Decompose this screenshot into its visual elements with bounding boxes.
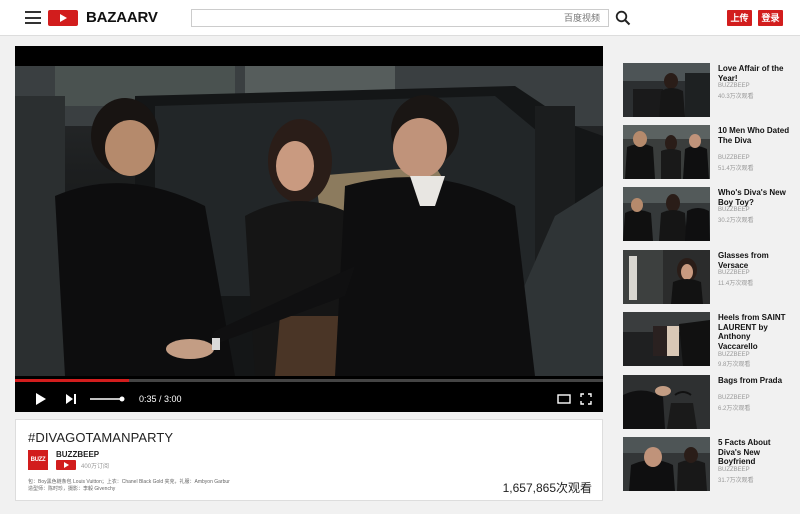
related-video-title[interactable]: 5 Facts About Diva's New Boyfriend bbox=[718, 438, 790, 467]
related-video-channel: BUZZBEEP bbox=[718, 207, 750, 213]
related-video-views: 9.8万次观看 bbox=[718, 362, 751, 368]
related-video-item[interactable]: Bags from Prada BUZZBEEP 6.2万次观看 bbox=[623, 375, 793, 429]
video-thumbnail[interactable] bbox=[623, 125, 710, 179]
channel-avatar[interactable]: BUZZ bbox=[28, 450, 48, 470]
related-video-channel: BUZZBEEP bbox=[718, 155, 750, 161]
fullscreen-icon[interactable] bbox=[580, 393, 592, 405]
credit-line: 造型师：陈时珍，摄影：李毅 Givenchy bbox=[28, 486, 116, 492]
video-thumbnail[interactable] bbox=[623, 250, 710, 304]
menu-icon[interactable] bbox=[25, 11, 41, 24]
related-video-channel: BUZZBEEP bbox=[718, 83, 750, 89]
video-thumbnail[interactable] bbox=[623, 437, 710, 491]
time-display: 0:35 / 3:00 bbox=[139, 394, 182, 404]
credit-line: 包：Boy黑色链条包 Louis Vuitton；上衣：Chanel Black… bbox=[28, 479, 230, 485]
video-info-card: #DIVAGOTAMANPARTY BUZZ BUZZBEEP 400万订阅 包… bbox=[15, 419, 603, 501]
video-thumbnail[interactable] bbox=[623, 375, 710, 429]
related-video-title[interactable]: Love Affair of the Year! bbox=[718, 64, 790, 83]
related-video-views: 31.7万次观看 bbox=[718, 478, 754, 484]
related-video-title[interactable]: 10 Men Who Dated The Diva bbox=[718, 126, 790, 145]
upload-button[interactable]: 上传 bbox=[727, 10, 752, 26]
play-icon[interactable] bbox=[35, 393, 47, 405]
top-bar: BAZAARV 上传 登录 bbox=[0, 0, 800, 36]
channel-name[interactable]: BUZZBEEP bbox=[56, 450, 99, 459]
related-video-views: 40.3万次观看 bbox=[718, 94, 754, 100]
video-frame[interactable] bbox=[15, 66, 603, 376]
related-video-title[interactable]: Who's Diva's New Boy Toy? bbox=[718, 188, 790, 207]
related-video-item[interactable]: Love Affair of the Year! BUZZBEEP 40.3万次… bbox=[623, 63, 793, 117]
play-logo-icon[interactable] bbox=[48, 10, 78, 26]
search-icon[interactable] bbox=[615, 10, 631, 26]
related-video-channel: BUZZBEEP bbox=[718, 395, 750, 401]
related-video-views: 51.4万次观看 bbox=[718, 166, 754, 172]
related-video-item[interactable]: Glasses from Versace BUZZBEEP 11.4万次观看 bbox=[623, 250, 793, 304]
related-video-item[interactable]: Who's Diva's New Boy Toy? BUZZBEEP 30.2万… bbox=[623, 187, 793, 241]
theater-mode-icon[interactable] bbox=[557, 394, 571, 404]
related-video-channel: BUZZBEEP bbox=[718, 270, 750, 276]
related-video-views: 11.4万次观看 bbox=[718, 281, 754, 287]
next-icon[interactable] bbox=[65, 393, 77, 405]
related-video-channel: BUZZBEEP bbox=[718, 352, 750, 358]
login-button[interactable]: 登录 bbox=[758, 10, 783, 26]
site-logo[interactable]: BAZAARV bbox=[86, 9, 158, 26]
related-video-title[interactable]: Glasses from Versace bbox=[718, 251, 790, 270]
video-title: #DIVAGOTAMANPARTY bbox=[28, 430, 174, 445]
progress-bar[interactable] bbox=[15, 379, 130, 382]
related-video-channel: BUZZBEEP bbox=[718, 467, 750, 473]
related-video-item[interactable]: Heels from SAINT LAURENT by Anthony Vacc… bbox=[623, 312, 793, 368]
video-scene-image bbox=[15, 66, 603, 376]
volume-slider[interactable] bbox=[90, 395, 126, 403]
related-video-title[interactable]: Bags from Prada bbox=[718, 376, 790, 386]
video-thumbnail[interactable] bbox=[623, 187, 710, 241]
subscriber-count: 400万订阅 bbox=[81, 464, 110, 470]
view-count: 1,657,865次观看 bbox=[502, 481, 592, 495]
subscribe-button[interactable] bbox=[56, 460, 76, 470]
related-video-item[interactable]: 5 Facts About Diva's New Boyfriend BUZZB… bbox=[623, 437, 793, 491]
related-video-views: 30.2万次观看 bbox=[718, 218, 754, 224]
player-controls: 0:35 / 3:00 bbox=[15, 386, 603, 412]
video-player[interactable]: 0:35 / 3:00 bbox=[15, 46, 603, 412]
search-input[interactable] bbox=[191, 9, 609, 27]
related-video-views: 6.2万次观看 bbox=[718, 406, 751, 412]
related-video-item[interactable]: 10 Men Who Dated The Diva BUZZBEEP 51.4万… bbox=[623, 125, 793, 179]
video-thumbnail[interactable] bbox=[623, 63, 710, 117]
related-video-title[interactable]: Heels from SAINT LAURENT by Anthony Vacc… bbox=[718, 313, 790, 351]
video-thumbnail[interactable] bbox=[623, 312, 710, 366]
